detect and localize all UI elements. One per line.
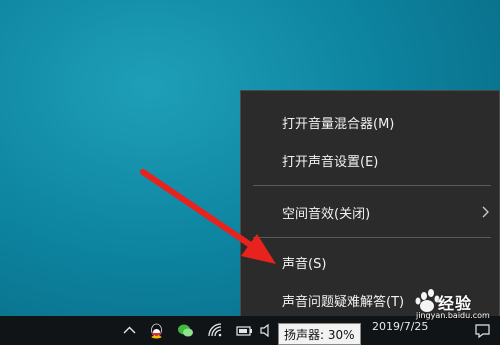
- notification-icon[interactable]: [474, 322, 491, 339]
- menu-item-spatial-sound[interactable]: 空间音效(关闭): [241, 197, 499, 227]
- chevron-right-icon: [482, 206, 489, 218]
- menu-item-volume-mixer[interactable]: 打开音量混合器(M): [241, 107, 499, 137]
- wifi-icon[interactable]: [207, 322, 224, 339]
- battery-icon[interactable]: [236, 322, 253, 339]
- speaker-icon[interactable]: [259, 322, 276, 339]
- menu-item-label: 打开音量混合器(M): [282, 116, 395, 132]
- menu-separator: [253, 237, 491, 238]
- qq-icon[interactable]: [148, 322, 165, 339]
- volume-tooltip: 扬声器: 30%: [278, 323, 361, 345]
- tooltip-text: 扬声器: 30%: [284, 327, 355, 342]
- wechat-icon[interactable]: [177, 322, 194, 339]
- watermark-url: jingyan.baidu.com: [416, 311, 490, 320]
- menu-item-label: 打开声音设置(E): [282, 154, 379, 170]
- menu-item-sound-settings[interactable]: 打开声音设置(E): [241, 145, 499, 175]
- menu-separator: [253, 185, 491, 186]
- chevron-up-icon[interactable]: [121, 322, 138, 339]
- menu-item-sounds[interactable]: 声音(S): [241, 247, 499, 277]
- menu-item-label: 声音问题疑难解答(T): [282, 294, 405, 310]
- menu-item-label: 声音(S): [282, 256, 327, 272]
- menu-item-label: 空间音效(关闭): [282, 206, 371, 222]
